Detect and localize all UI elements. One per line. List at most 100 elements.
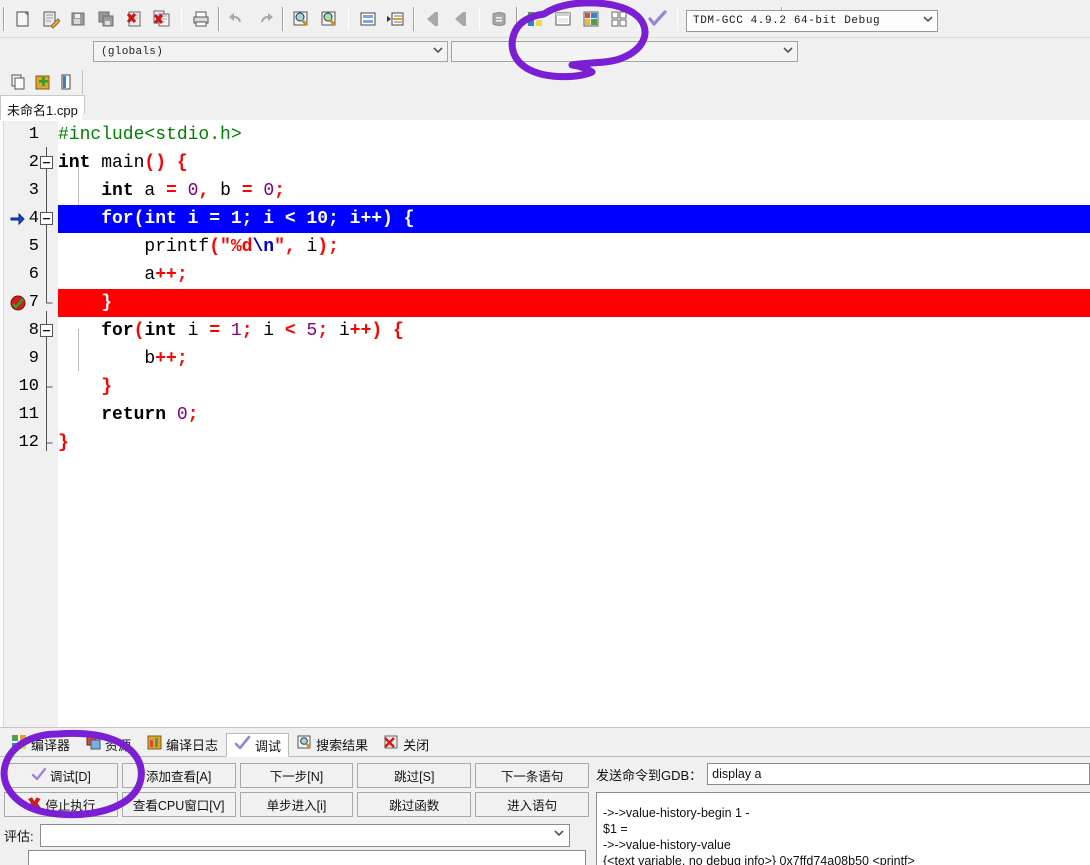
- bottom-tab-compiler[interactable]: 编译器: [4, 732, 78, 756]
- scope-dropdown[interactable]: (globals): [93, 41, 448, 62]
- new-file-icon[interactable]: [9, 6, 35, 32]
- line-content: int a = 0, b = 0;: [101, 181, 285, 201]
- gdb-output-box[interactable]: ->->value-history-begin 1 - $1 = ->->val…: [596, 792, 1090, 865]
- code-line-current[interactable]: 4 for(int i = 1; i < 10; i++) {: [0, 205, 1090, 233]
- bottom-tab-compile-log[interactable]: 编译日志: [139, 732, 226, 756]
- find-icon[interactable]: [288, 6, 314, 32]
- next-step-button[interactable]: 下一步[N]: [239, 763, 354, 788]
- line-number: 5: [28, 237, 39, 256]
- main-toolbar: TDM-GCC 4.9.2 64-bit Debug: [0, 0, 1090, 38]
- code-editor[interactable]: 1 #include<stdio.h> 2 int main() { 3 int…: [0, 120, 1090, 727]
- indent-icon[interactable]: [383, 6, 409, 32]
- fold-minus-icon[interactable]: [40, 324, 53, 337]
- breakpoint-icon[interactable]: [10, 295, 26, 316]
- debug-button-label: 调试[D]: [49, 770, 91, 784]
- redo-icon[interactable]: [252, 6, 278, 32]
- compile-run-icon[interactable]: [645, 6, 671, 32]
- fold-minus-icon[interactable]: [40, 156, 53, 169]
- member-dropdown[interactable]: [451, 41, 798, 62]
- line-number: 6: [28, 265, 39, 284]
- next-statement-button[interactable]: 下一条语句: [475, 763, 589, 788]
- code-line[interactable]: 12 }: [0, 429, 1090, 457]
- undo-icon[interactable]: [224, 6, 250, 32]
- code-line-breakpoint[interactable]: 7 }: [0, 289, 1090, 317]
- compiler-dropdown[interactable]: TDM-GCC 4.9.2 64-bit Debug: [686, 10, 938, 32]
- add-watch-button[interactable]: 添加查看[A]: [121, 763, 236, 788]
- bottom-tab-resources[interactable]: 资源: [78, 732, 139, 756]
- line-number: 11: [18, 405, 39, 424]
- line-number: 10: [18, 377, 39, 396]
- gdb-label: 发送命令到GDB：: [596, 767, 703, 783]
- evaluate-dropdown[interactable]: [39, 824, 570, 847]
- line-content: a++;: [58, 265, 188, 285]
- line-content: }: [101, 377, 113, 397]
- step-into-button[interactable]: 单步进入[i]: [239, 792, 354, 817]
- forward-icon[interactable]: [447, 6, 473, 32]
- new-project-icon[interactable]: [522, 6, 548, 32]
- debug-button-label: 进入语句: [507, 799, 558, 813]
- stop-execution-button[interactable]: 停止执行: [4, 792, 118, 817]
- close-all-icon[interactable]: [149, 6, 175, 32]
- add-to-project-icon[interactable]: [31, 71, 53, 93]
- code-line[interactable]: 3 int a = 0, b = 0;: [0, 177, 1090, 205]
- code-line[interactable]: 6 a++;: [0, 261, 1090, 289]
- code-line[interactable]: 5 printf("%d\n", i);: [0, 233, 1090, 261]
- line-content: int main() {: [58, 153, 188, 173]
- open-file-icon[interactable]: [37, 6, 63, 32]
- step-over-button[interactable]: 跳过[S]: [357, 763, 472, 788]
- evaluate-label: 评估:: [4, 829, 34, 844]
- close-file-icon[interactable]: [121, 6, 147, 32]
- bottom-tab-label: 编译日志: [166, 737, 219, 753]
- gdb-panel: 发送命令到GDB： display a ->->value-history-be…: [596, 763, 1090, 865]
- debug-start-button[interactable]: 调试[D]: [4, 763, 118, 788]
- code-lines[interactable]: 1 #include<stdio.h> 2 int main() { 3 int…: [0, 121, 1090, 727]
- replace-icon[interactable]: [316, 6, 342, 32]
- code-line[interactable]: 9 b++;: [0, 345, 1090, 373]
- file-tab-strip: 未命名1.cpp: [0, 66, 1090, 123]
- class-browser-icon[interactable]: [55, 71, 77, 93]
- view-cpu-window-button[interactable]: 查看CPU窗口[V]: [121, 792, 236, 817]
- project-options-icon[interactable]: [550, 6, 576, 32]
- debug-button-row-2: 停止执行 查看CPU窗口[V] 单步进入[i] 跳过函数 进入语句: [4, 792, 589, 817]
- execution-arrow-icon: [10, 211, 25, 231]
- goto-line-icon[interactable]: [355, 6, 381, 32]
- line-content: }: [58, 293, 113, 313]
- gdb-command-input[interactable]: display a: [707, 763, 1090, 785]
- bottom-tab-label: 搜索结果: [316, 737, 369, 753]
- project-icon[interactable]: [7, 71, 29, 93]
- bottom-tab-close[interactable]: 关闭: [376, 732, 437, 756]
- file-tab-active[interactable]: 未命名1.cpp: [0, 95, 85, 123]
- stop-x-icon: [26, 796, 41, 814]
- fold-minus-icon[interactable]: [40, 212, 53, 225]
- save-file-icon[interactable]: [65, 6, 91, 32]
- bottom-tab-debug[interactable]: 调试: [226, 733, 290, 757]
- code-line[interactable]: 8 for(int i = 1; i < 5; i++) {: [0, 317, 1090, 345]
- print-icon[interactable]: [188, 6, 214, 32]
- compile-icon[interactable]: [578, 6, 604, 32]
- code-line[interactable]: 1 #include<stdio.h>: [0, 121, 1090, 149]
- bottom-tab-search-results[interactable]: 搜索结果: [289, 732, 376, 756]
- gdb-command-value: display a: [712, 767, 762, 781]
- debug-button-label: 添加查看[A]: [146, 770, 212, 784]
- gdb-output-line: ->->value-history-value: [603, 838, 731, 852]
- debug-button-row-1: 调试[D] 添加查看[A] 下一步[N] 跳过[S] 下一条语句: [4, 763, 589, 788]
- code-line[interactable]: 10 }: [0, 373, 1090, 401]
- enter-statement-button[interactable]: 进入语句: [475, 792, 589, 817]
- code-line[interactable]: 11 return 0;: [0, 401, 1090, 429]
- evaluate-result-box: [28, 850, 586, 865]
- line-content: for(int i = 1; i < 10; i++) {: [58, 209, 415, 229]
- back-icon[interactable]: [419, 6, 445, 32]
- debug-button-grid: 调试[D] 添加查看[A] 下一步[N] 跳过[S] 下一条语句 停止执行 查看…: [4, 763, 589, 821]
- skip-function-button[interactable]: 跳过函数: [357, 792, 472, 817]
- save-all-icon[interactable]: [93, 6, 119, 32]
- line-content: return 0;: [101, 405, 199, 425]
- line-content: b++;: [58, 349, 188, 369]
- run-icon[interactable]: [606, 6, 632, 32]
- gdb-output-line: $1 =: [603, 822, 628, 836]
- dev-cpp-window: TDM-GCC 4.9.2 64-bit Debug (globals) 未命名…: [0, 0, 1090, 865]
- toggle-panel-icon[interactable]: [486, 6, 512, 32]
- code-line[interactable]: 2 int main() {: [0, 149, 1090, 177]
- bottom-tab-label: 调试: [255, 738, 282, 754]
- compiler-icon: [12, 735, 27, 753]
- gdb-output-line: ->->value-history-begin 1 -: [603, 806, 750, 820]
